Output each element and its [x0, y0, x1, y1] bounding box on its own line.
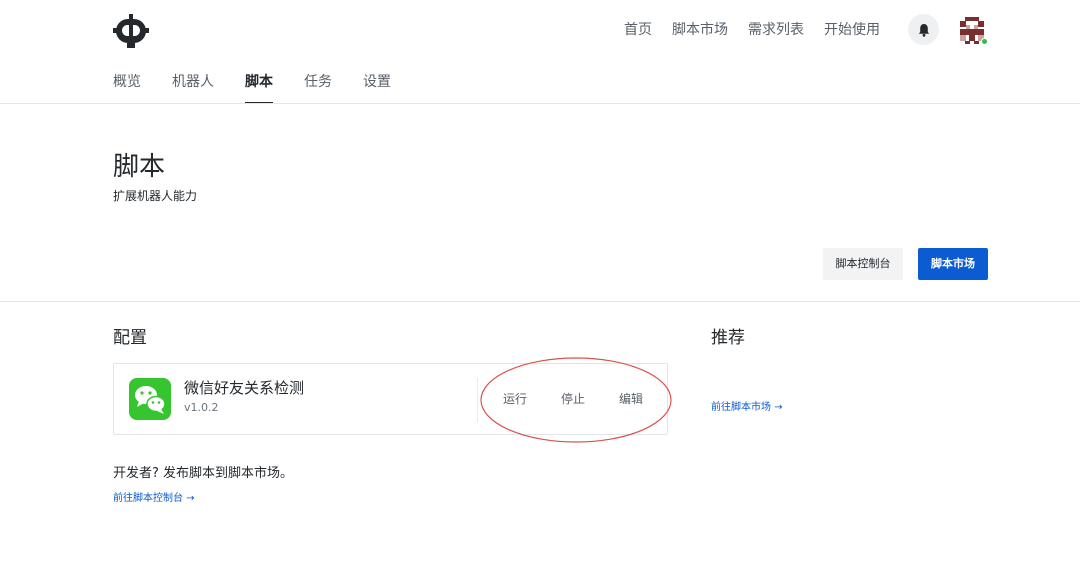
config-heading: 配置 [113, 328, 147, 348]
page-title: 脚本 [113, 152, 166, 182]
script-console-button[interactable]: 脚本控制台 [823, 248, 903, 280]
script-name: 微信好友关系检测 [184, 379, 305, 397]
tab-tasks[interactable]: 任务 [304, 72, 332, 92]
tab-scripts[interactable]: 脚本 [245, 72, 273, 104]
nav-home[interactable]: 首页 [624, 20, 652, 40]
page-subtitle: 扩展机器人能力 [113, 189, 198, 203]
bell-icon [918, 23, 929, 37]
goto-market-link[interactable]: 前往脚本市场 → [711, 401, 783, 415]
tab-robots[interactable]: 机器人 [172, 72, 214, 92]
tab-overview[interactable]: 概览 [113, 72, 141, 92]
nav-script-market[interactable]: 脚本市场 [672, 20, 728, 40]
annotation-ellipse [480, 357, 672, 443]
nav-get-started[interactable]: 开始使用 [824, 20, 880, 40]
notification-button[interactable] [908, 14, 939, 45]
nav-requirements[interactable]: 需求列表 [748, 20, 804, 40]
tab-settings[interactable]: 设置 [363, 72, 391, 92]
script-market-button[interactable]: 脚本市场 [918, 248, 988, 280]
recommend-heading: 推荐 [711, 328, 745, 348]
robot-logo-icon[interactable] [113, 14, 149, 48]
section-divider [0, 301, 1080, 302]
online-status-dot [981, 38, 988, 45]
goto-console-link[interactable]: 前往脚本控制台 → [113, 492, 195, 506]
header-divider [0, 103, 1080, 104]
script-version: v1.0.2 [184, 401, 219, 414]
top-nav: 首页 脚本市场 需求列表 开始使用 [624, 20, 880, 40]
wechat-icon [129, 378, 171, 420]
sub-nav: 概览 机器人 脚本 任务 设置 [113, 72, 391, 104]
developer-text: 开发者? 发布脚本到脚本市场。 [113, 466, 294, 481]
